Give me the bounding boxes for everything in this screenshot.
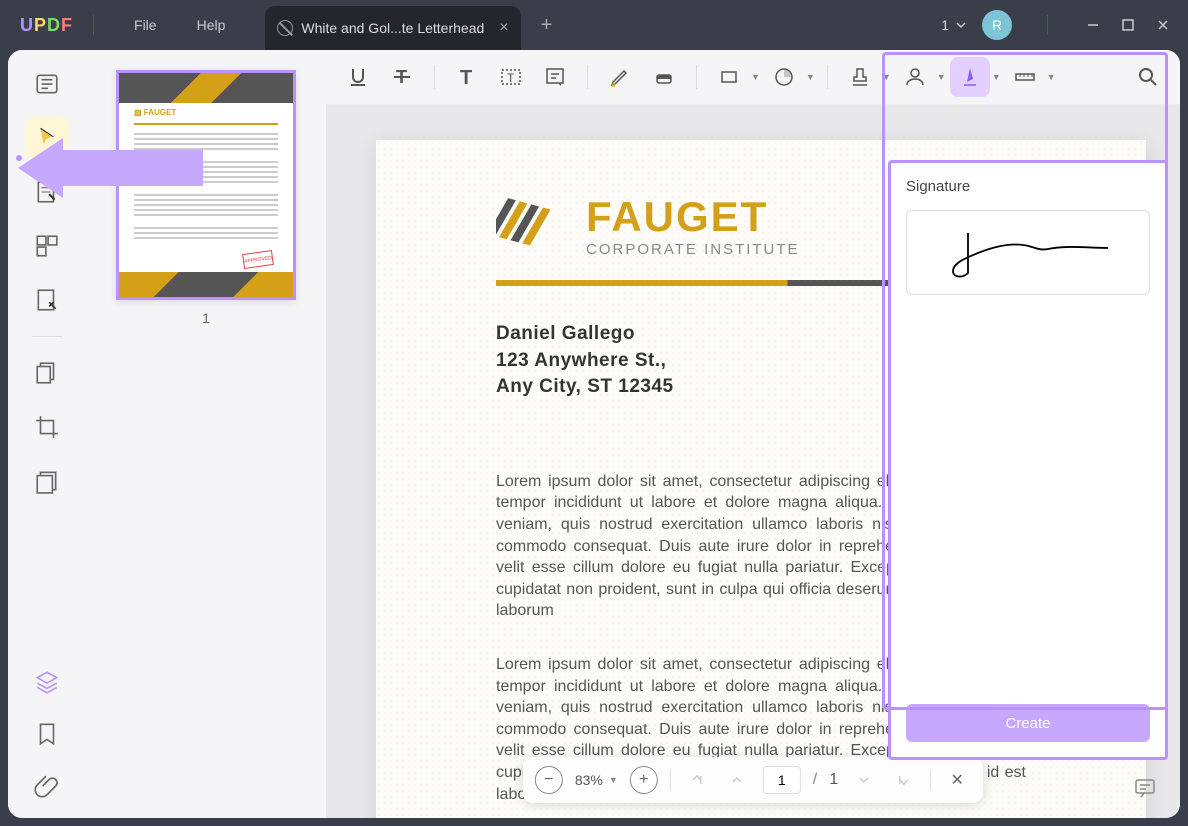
toolbar-separator	[696, 65, 697, 89]
menu-file[interactable]: File	[134, 17, 157, 33]
window-close-icon[interactable]	[1153, 18, 1173, 32]
user-avatar[interactable]: R	[982, 10, 1012, 40]
tool-signature-icon	[950, 57, 990, 97]
window-minimize-icon[interactable]	[1083, 18, 1103, 32]
titlebar-controls: 1 R	[941, 10, 1173, 40]
divider	[1047, 15, 1048, 35]
doc-logo-icon	[496, 190, 566, 260]
divider	[93, 15, 94, 35]
document-tab[interactable]: White and Gol...te Letterhead ×	[265, 6, 520, 50]
tool-stamp-icon	[840, 57, 880, 97]
thumb-header-graphic	[119, 73, 293, 103]
tab-doc-icon	[277, 20, 293, 36]
doc-brand: FAUGET CORPORATE INSTITUTE	[586, 193, 800, 258]
tool-eraser-icon[interactable]	[644, 57, 684, 97]
comments-panel-icon[interactable]	[1130, 773, 1160, 803]
pager-close-button[interactable]: ✕	[943, 766, 971, 794]
tool-sticker-icon	[764, 57, 804, 97]
thumb-bar	[134, 123, 278, 125]
doc-count[interactable]: 1	[941, 17, 967, 33]
tool-ruler-icon	[1005, 57, 1045, 97]
zoom-in-button[interactable]: +	[630, 766, 658, 794]
thumb-logo: ▧ FAUGET	[134, 108, 176, 117]
signature-create-button[interactable]: Create	[906, 704, 1150, 742]
tool-rectangle-icon	[709, 57, 749, 97]
chevron-down-icon: ▼	[882, 72, 891, 82]
sidebar-bottom	[8, 660, 86, 808]
pager-separator	[930, 769, 931, 791]
tool-ruler-dropdown[interactable]: ▼	[1005, 57, 1056, 97]
next-page-button[interactable]	[850, 766, 878, 794]
chevron-down-icon: ▼	[806, 72, 815, 82]
sidebar-reader-icon[interactable]	[25, 62, 69, 106]
pager-separator	[670, 769, 671, 791]
toolbar-separator	[587, 65, 588, 89]
doc-brand-subtitle: CORPORATE INSTITUTE	[586, 241, 800, 258]
zoom-out-button[interactable]: −	[535, 766, 563, 794]
toolbar-separator	[434, 65, 435, 89]
tool-sticker-dropdown[interactable]: ▼	[764, 57, 815, 97]
signature-preview[interactable]	[906, 210, 1150, 295]
signature-glyph-icon	[938, 223, 1118, 283]
tool-shape-dropdown[interactable]: ▼	[709, 57, 760, 97]
page-sep: /	[813, 771, 817, 789]
tool-strikethrough-icon[interactable]: T	[382, 57, 422, 97]
sidebar-separator	[32, 336, 62, 337]
titlebar: UPDF File Help White and Gol...te Letter…	[0, 0, 1188, 50]
tool-signature-dropdown[interactable]: ▼	[950, 57, 1001, 97]
doc-brand-name: FAUGET	[586, 193, 800, 241]
svg-text:T: T	[460, 67, 472, 89]
tool-stamp-dropdown[interactable]: ▼	[840, 57, 891, 97]
tutorial-arrow	[18, 138, 63, 198]
window-maximize-icon[interactable]	[1118, 18, 1138, 32]
sidebar-redact-icon[interactable]	[25, 459, 69, 503]
page-navigator: − 83% ▼ + / 1 ✕	[523, 757, 983, 803]
chevron-down-icon	[955, 19, 967, 31]
tool-text-icon[interactable]: T	[447, 57, 487, 97]
sidebar-fill-icon[interactable]	[25, 278, 69, 322]
sidebar-attachment-icon[interactable]	[25, 764, 69, 808]
tool-pencil-icon[interactable]	[600, 57, 640, 97]
signature-panel: Signature Create	[888, 160, 1168, 760]
thumbnail-page-number: 1	[101, 310, 311, 326]
chevron-down-icon: ▼	[609, 775, 618, 785]
sidebar-bookmark-icon[interactable]	[25, 712, 69, 756]
sidebar-layers-icon[interactable]	[25, 660, 69, 704]
main-area: ▧ FAUGET APPROVED 1 T T T	[8, 50, 1180, 818]
tool-note-icon[interactable]	[535, 57, 575, 97]
prev-page-button[interactable]	[723, 766, 751, 794]
chevron-down-icon: ▼	[1047, 72, 1056, 82]
menu-help[interactable]: Help	[197, 17, 226, 33]
sidebar-pages-icon[interactable]	[25, 351, 69, 395]
add-tab-button[interactable]: +	[541, 14, 553, 37]
tab-close-icon[interactable]: ×	[499, 19, 508, 37]
zoom-level-dropdown[interactable]: 83% ▼	[575, 772, 618, 788]
tool-person-icon	[895, 57, 935, 97]
sidebar-crop-icon[interactable]	[25, 405, 69, 449]
thumb-footer-graphic	[119, 272, 293, 297]
tool-textbox-icon[interactable]: T	[491, 57, 531, 97]
chevron-down-icon: ▼	[937, 72, 946, 82]
page-number-input[interactable]	[763, 766, 801, 794]
page-total: 1	[829, 771, 838, 789]
first-page-button[interactable]	[683, 766, 711, 794]
tool-underline-icon[interactable]	[338, 57, 378, 97]
tab-title: White and Gol...te Letterhead	[301, 20, 484, 36]
tool-search-icon[interactable]	[1128, 57, 1168, 97]
document-canvas[interactable]: FAUGET CORPORATE INSTITUTE He 123 A Dani…	[326, 105, 1180, 818]
thumb-stamp: APPROVED	[242, 250, 274, 269]
app-logo: UPDF	[20, 15, 73, 36]
last-page-button[interactable]	[890, 766, 918, 794]
chevron-down-icon: ▼	[992, 72, 1001, 82]
svg-text:T: T	[507, 71, 515, 85]
sidebar-organize-icon[interactable]	[25, 224, 69, 268]
chevron-down-icon: ▼	[751, 72, 760, 82]
annotation-toolbar: T T T ▼ ▼ ▼ ▼ ▼ ▼	[326, 50, 1180, 105]
tool-person-dropdown[interactable]: ▼	[895, 57, 946, 97]
toolbar-separator	[827, 65, 828, 89]
signature-panel-title: Signature	[906, 178, 1150, 195]
